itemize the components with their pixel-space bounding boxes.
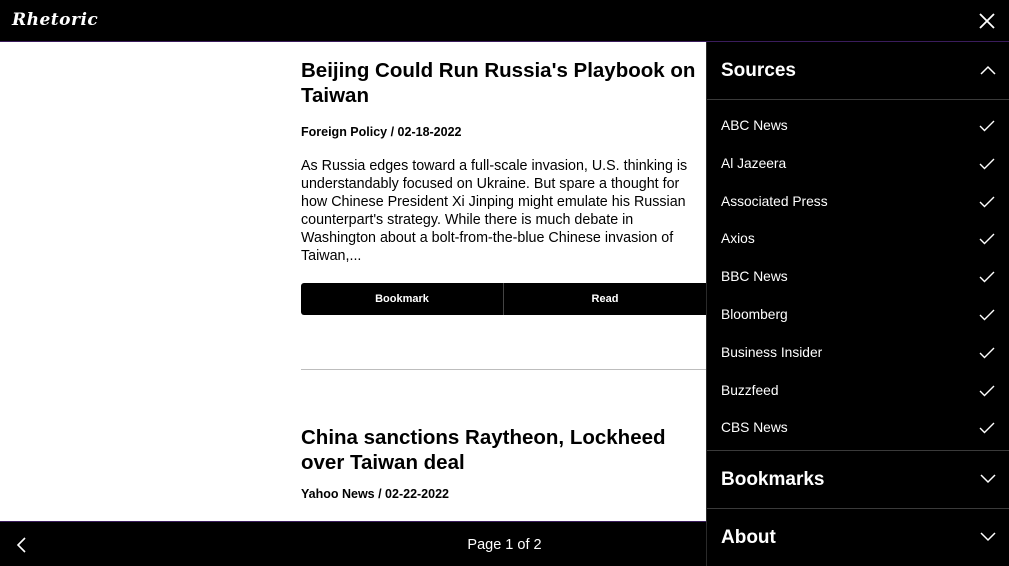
source-label: BBC News [721,269,788,285]
source-label: Associated Press [721,193,828,209]
check-icon [979,309,995,321]
source-label: Axios [721,231,755,247]
article-divider [301,369,706,370]
source-label: Business Insider [721,344,823,360]
article-meta: Foreign Policy / 02-18-2022 [301,125,462,139]
bookmarks-section-header[interactable]: Bookmarks [707,451,1009,509]
source-label: Buzzfeed [721,382,779,398]
source-item-bbc-news[interactable]: BBC News [707,259,1009,297]
top-bar: Rhetoric [0,0,1009,42]
article-actions: Bookmark Read [301,283,706,315]
article-title: Beijing Could Run Russia's Playbook on T… [301,59,696,107]
source-item-al-jazeera[interactable]: Al Jazeera [707,146,1009,184]
source-label: Bloomberg [721,306,788,322]
check-icon [979,347,995,359]
source-item-associated-press[interactable]: Associated Press [707,184,1009,222]
article-title: China sanctions Raytheon, Lockheed over … [301,426,666,474]
source-label: Al Jazeera [721,155,787,171]
sources-title: Sources [721,60,796,81]
source-item-bloomberg[interactable]: Bloomberg [707,297,1009,335]
sidebar: Sources ABC News Al Jazeera Associated P… [706,42,1009,566]
about-title: About [721,527,776,548]
about-section-header[interactable]: About [707,509,1009,566]
source-item-abc-news[interactable]: ABC News [707,108,1009,146]
read-button[interactable]: Read [503,283,706,315]
source-item-axios[interactable]: Axios [707,221,1009,259]
check-icon [979,385,995,397]
article-feed[interactable]: Beijing Could Run Russia's Playbook on T… [0,42,706,522]
source-item-business-insider[interactable]: Business Insider [707,335,1009,373]
check-icon [979,196,995,208]
check-icon [979,120,995,132]
article-card: China sanctions Raytheon, Lockheed over … [301,425,706,501]
chevron-up-icon [980,65,996,75]
check-icon [979,158,995,170]
article-summary: As Russia edges toward a full-scale inva… [301,158,688,264]
close-icon [979,13,995,29]
source-item-cbs-news[interactable]: CBS News [707,410,1009,448]
source-label: ABC News [721,118,788,133]
source-label: CBS News [721,420,788,436]
bookmarks-title: Bookmarks [721,469,825,490]
check-icon [979,233,995,245]
bookmark-button[interactable]: Bookmark [301,283,503,315]
close-button[interactable] [977,11,997,31]
chevron-down-icon [980,474,996,484]
source-item-buzzfeed[interactable]: Buzzfeed [707,373,1009,411]
logo[interactable]: Rhetoric [12,10,98,30]
sources-list: ABC News Al Jazeera Associated Press Axi… [707,100,1009,451]
pagination-bar: Page 1 of 2 [0,521,706,566]
chevron-down-icon [980,532,996,542]
article-meta: Yahoo News / 02-22-2022 [301,487,449,501]
check-icon [979,422,995,434]
check-icon [979,271,995,283]
sources-section-header[interactable]: Sources [707,42,1009,100]
article-card: Beijing Could Run Russia's Playbook on T… [301,58,706,315]
